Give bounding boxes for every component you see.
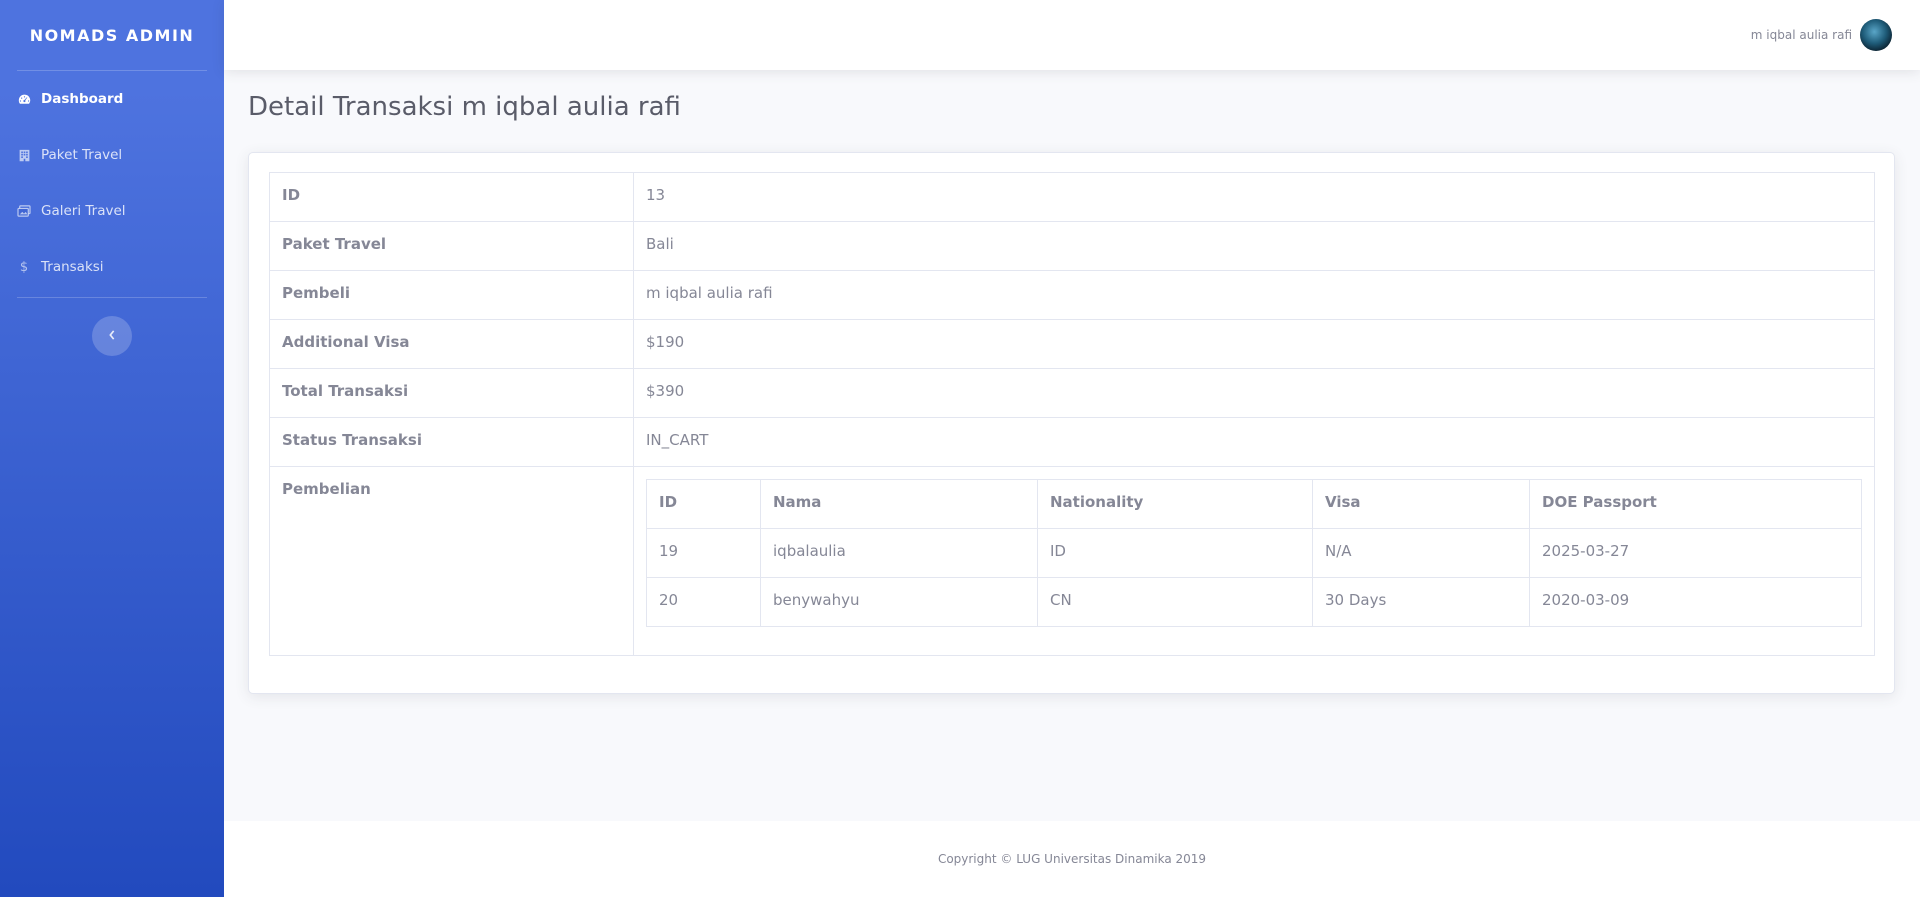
table-row: Status Transaksi IN_CART bbox=[269, 417, 1875, 467]
sidebar-divider bbox=[17, 297, 207, 298]
hotel-icon bbox=[17, 148, 31, 162]
detail-label: Additional Visa bbox=[269, 319, 634, 369]
table-row: Pembeli m iqbal aulia rafi bbox=[269, 270, 1875, 320]
table-header-row: ID Nama Nationality Visa DOE Passport bbox=[646, 479, 1862, 529]
detail-label: Pembelian bbox=[269, 466, 634, 656]
images-icon bbox=[17, 204, 31, 218]
table-row: Paket Travel Bali bbox=[269, 221, 1875, 271]
sidebar-item-dashboard[interactable]: Dashboard bbox=[0, 71, 224, 127]
detail-label: Paket Travel bbox=[269, 221, 634, 271]
page-title: Detail Transaksi m iqbal aulia rafi bbox=[248, 92, 681, 122]
topbar: m iqbal aulia rafi bbox=[224, 0, 1920, 70]
sidebar: NOMADS ADMIN Dashboard Paket Travel Gale… bbox=[0, 0, 224, 897]
main-content: Detail Transaksi m iqbal aulia rafi ID 1… bbox=[224, 70, 1920, 821]
table-cell: ID bbox=[1037, 528, 1313, 578]
brand-title[interactable]: NOMADS ADMIN bbox=[0, 0, 224, 70]
table-row: Pembelian ID Nama Nationality Visa DOE P… bbox=[269, 466, 1875, 656]
column-header: Nationality bbox=[1037, 479, 1313, 529]
column-header: Nama bbox=[760, 479, 1038, 529]
chevron-left-icon bbox=[108, 328, 116, 344]
detail-value: Bali bbox=[633, 221, 1875, 271]
table-cell: benywahyu bbox=[760, 577, 1038, 627]
avatar[interactable] bbox=[1860, 19, 1892, 51]
footer: Copyright © LUG Universitas Dinamika 201… bbox=[224, 821, 1920, 897]
table-row: Additional Visa $190 bbox=[269, 319, 1875, 369]
column-header: DOE Passport bbox=[1529, 479, 1862, 529]
column-header: Visa bbox=[1312, 479, 1530, 529]
sidebar-item-label: Dashboard bbox=[41, 91, 124, 107]
detail-value: IN_CART bbox=[633, 417, 1875, 467]
tachometer-icon bbox=[17, 92, 31, 106]
dollar-icon: $ bbox=[19, 259, 29, 275]
detail-label: Status Transaksi bbox=[269, 417, 634, 467]
detail-value: $190 bbox=[633, 319, 1875, 369]
detail-value: m iqbal aulia rafi bbox=[633, 270, 1875, 320]
copyright-text: Copyright © LUG Universitas Dinamika 201… bbox=[937, 852, 1207, 866]
sidebar-item-galeri-travel[interactable]: Galeri Travel bbox=[0, 183, 224, 239]
table-cell: 19 bbox=[646, 528, 761, 578]
table-cell: 2020-03-09 bbox=[1529, 577, 1862, 627]
table-cell: 20 bbox=[646, 577, 761, 627]
sidebar-item-transaksi[interactable]: $ Transaksi bbox=[0, 239, 224, 295]
detail-label: Pembeli bbox=[269, 270, 634, 320]
sidebar-toggle-button[interactable] bbox=[92, 316, 132, 356]
detail-card: ID 13 Paket Travel Bali Pembeli m iqbal … bbox=[248, 152, 1895, 694]
table-cell: N/A bbox=[1312, 528, 1530, 578]
table-cell: CN bbox=[1037, 577, 1313, 627]
detail-label: Total Transaksi bbox=[269, 368, 634, 418]
table-row: Total Transaksi $390 bbox=[269, 368, 1875, 418]
sidebar-item-label: Paket Travel bbox=[41, 147, 123, 163]
sidebar-item-paket-travel[interactable]: Paket Travel bbox=[0, 127, 224, 183]
detail-table: ID 13 Paket Travel Bali Pembeli m iqbal … bbox=[269, 172, 1875, 656]
table-cell: 2025-03-27 bbox=[1529, 528, 1862, 578]
table-row: 19 iqbalaulia ID N/A 2025-03-27 bbox=[646, 528, 1862, 578]
column-header: ID bbox=[646, 479, 761, 529]
sidebar-item-label: Galeri Travel bbox=[41, 203, 126, 219]
detail-label: ID bbox=[269, 172, 634, 222]
table-row: 20 benywahyu CN 30 Days 2020-03-09 bbox=[646, 577, 1862, 627]
table-cell: 30 Days bbox=[1312, 577, 1530, 627]
pembelian-cell: ID Nama Nationality Visa DOE Passport 19… bbox=[633, 466, 1875, 656]
user-name[interactable]: m iqbal aulia rafi bbox=[1751, 28, 1852, 42]
table-cell: iqbalaulia bbox=[760, 528, 1038, 578]
pembelian-table: ID Nama Nationality Visa DOE Passport 19… bbox=[646, 479, 1862, 627]
detail-value: 13 bbox=[633, 172, 1875, 222]
detail-value: $390 bbox=[633, 368, 1875, 418]
sidebar-item-label: Transaksi bbox=[41, 259, 104, 275]
table-row: ID 13 bbox=[269, 172, 1875, 222]
